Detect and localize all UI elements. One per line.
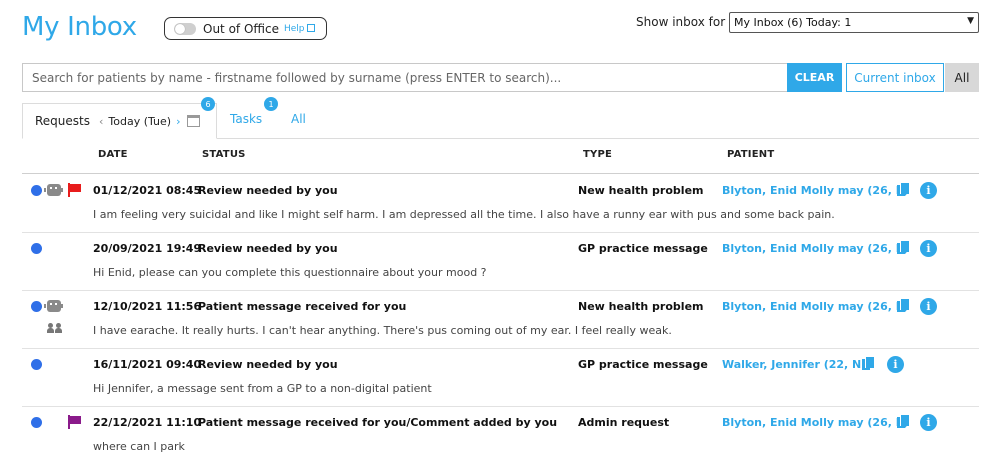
row-message-preview: where can I park: [93, 440, 185, 453]
patient-link[interactable]: Blyton, Enid Molly may (26, F): [722, 184, 908, 197]
row-date: 12/10/2021 11:56: [93, 300, 202, 313]
info-icon[interactable]: i: [920, 240, 937, 257]
patient-link[interactable]: Blyton, Enid Molly may (26, F): [722, 300, 908, 313]
row-status: Review needed by you: [198, 242, 338, 255]
group-icon: [47, 323, 63, 333]
day-label: Today (Tue): [108, 114, 172, 128]
column-header-patient[interactable]: PATIENT: [727, 149, 774, 160]
info-icon[interactable]: i: [920, 414, 937, 431]
help-link[interactable]: Help: [284, 23, 315, 34]
table-row[interactable]: 20/09/2021 19:49 Review needed by you GP…: [22, 233, 979, 291]
row-message-preview: I am feeling very suicidal and like I mi…: [93, 208, 835, 221]
unread-dot-icon: [31, 185, 42, 196]
row-date: 20/09/2021 19:49: [93, 242, 202, 255]
unread-dot-icon: [31, 359, 42, 370]
out-of-office-label: Out of Office: [203, 21, 279, 36]
toggle-switch-icon[interactable]: [174, 22, 196, 35]
row-type: New health problem: [578, 184, 704, 197]
show-inbox-label: Show inbox for: [636, 15, 726, 29]
inbox-select-value: My Inbox (6) Today: 1: [734, 16, 852, 29]
tab-all[interactable]: All: [291, 112, 306, 126]
tasks-count-badge: 1: [264, 97, 278, 111]
copy-icon[interactable]: [897, 240, 909, 255]
row-date: 16/11/2021 09:40: [93, 358, 202, 371]
tab-requests[interactable]: Requests ‹ Today (Tue) ›: [22, 103, 217, 139]
row-status: Review needed by you: [198, 358, 338, 371]
row-status: Patient message received for you: [198, 300, 407, 313]
info-icon[interactable]: i: [920, 298, 937, 315]
row-type: Admin request: [578, 416, 670, 429]
robot-icon: [44, 184, 61, 196]
unread-dot-icon: [31, 243, 42, 254]
row-type: New health problem: [578, 300, 704, 313]
row-date: 22/12/2021 11:10: [93, 416, 202, 429]
calendar-icon[interactable]: [186, 115, 200, 127]
page-title: My Inbox: [22, 12, 137, 42]
row-date: 01/12/2021 08:45: [93, 184, 202, 197]
table-row[interactable]: 22/12/2021 11:10 Patient message receive…: [22, 407, 979, 465]
clear-button[interactable]: CLEAR: [787, 63, 842, 92]
patient-search-input[interactable]: Search for patients by name - firstname …: [22, 63, 788, 92]
current-inbox-button[interactable]: Current inbox: [846, 63, 944, 92]
requests-count-badge: 6: [201, 97, 215, 111]
row-message-preview: Hi Jennifer, a message sent from a GP to…: [93, 382, 432, 395]
copy-icon[interactable]: [897, 182, 909, 197]
info-icon[interactable]: i: [887, 356, 904, 373]
unread-dot-icon: [31, 301, 42, 312]
chevron-right-icon[interactable]: ›: [176, 115, 180, 128]
table-row[interactable]: 16/11/2021 09:40 Review needed by you GP…: [22, 349, 979, 407]
column-header-type[interactable]: TYPE: [583, 149, 612, 160]
row-message-preview: I have earache. It really hurts. I can't…: [93, 324, 672, 337]
row-status: Review needed by you: [198, 184, 338, 197]
copy-icon[interactable]: [897, 298, 909, 313]
all-inboxes-button[interactable]: All: [945, 63, 979, 92]
red-flag-icon: [68, 183, 82, 197]
table-row[interactable]: 01/12/2021 08:45 Review needed by you Ne…: [22, 175, 979, 233]
external-link-icon: [306, 23, 315, 32]
unread-dot-icon: [31, 417, 42, 428]
robot-icon: [44, 300, 61, 312]
tab-requests-label: Requests: [35, 114, 90, 128]
patient-link[interactable]: Blyton, Enid Molly may (26, F): [722, 242, 908, 255]
row-status: Patient message received for you/Comment…: [198, 416, 558, 429]
copy-icon[interactable]: [897, 414, 909, 429]
info-icon[interactable]: i: [920, 182, 937, 199]
table-row[interactable]: 12/10/2021 11:56 Patient message receive…: [22, 291, 979, 349]
row-message-preview: Hi Enid, please can you complete this qu…: [93, 266, 487, 279]
column-header-date[interactable]: DATE: [98, 149, 128, 160]
purple-flag-icon: [68, 415, 82, 429]
out-of-office-toggle[interactable]: Out of Office Help: [164, 17, 327, 40]
row-type: GP practice message: [578, 242, 708, 255]
chevron-down-icon: ▼: [967, 16, 974, 26]
inbox-select[interactable]: My Inbox (6) Today: 1 ▼: [729, 12, 979, 33]
copy-icon[interactable]: [862, 356, 874, 371]
column-header-status[interactable]: STATUS: [202, 149, 246, 160]
tab-tasks[interactable]: Tasks: [230, 112, 262, 126]
row-type: GP practice message: [578, 358, 708, 371]
header-divider: [22, 173, 979, 174]
patient-link[interactable]: Blyton, Enid Molly may (26, F): [722, 416, 908, 429]
patient-link[interactable]: Walker, Jennifer (22, N): [722, 358, 866, 371]
chevron-left-icon[interactable]: ‹: [99, 115, 103, 128]
